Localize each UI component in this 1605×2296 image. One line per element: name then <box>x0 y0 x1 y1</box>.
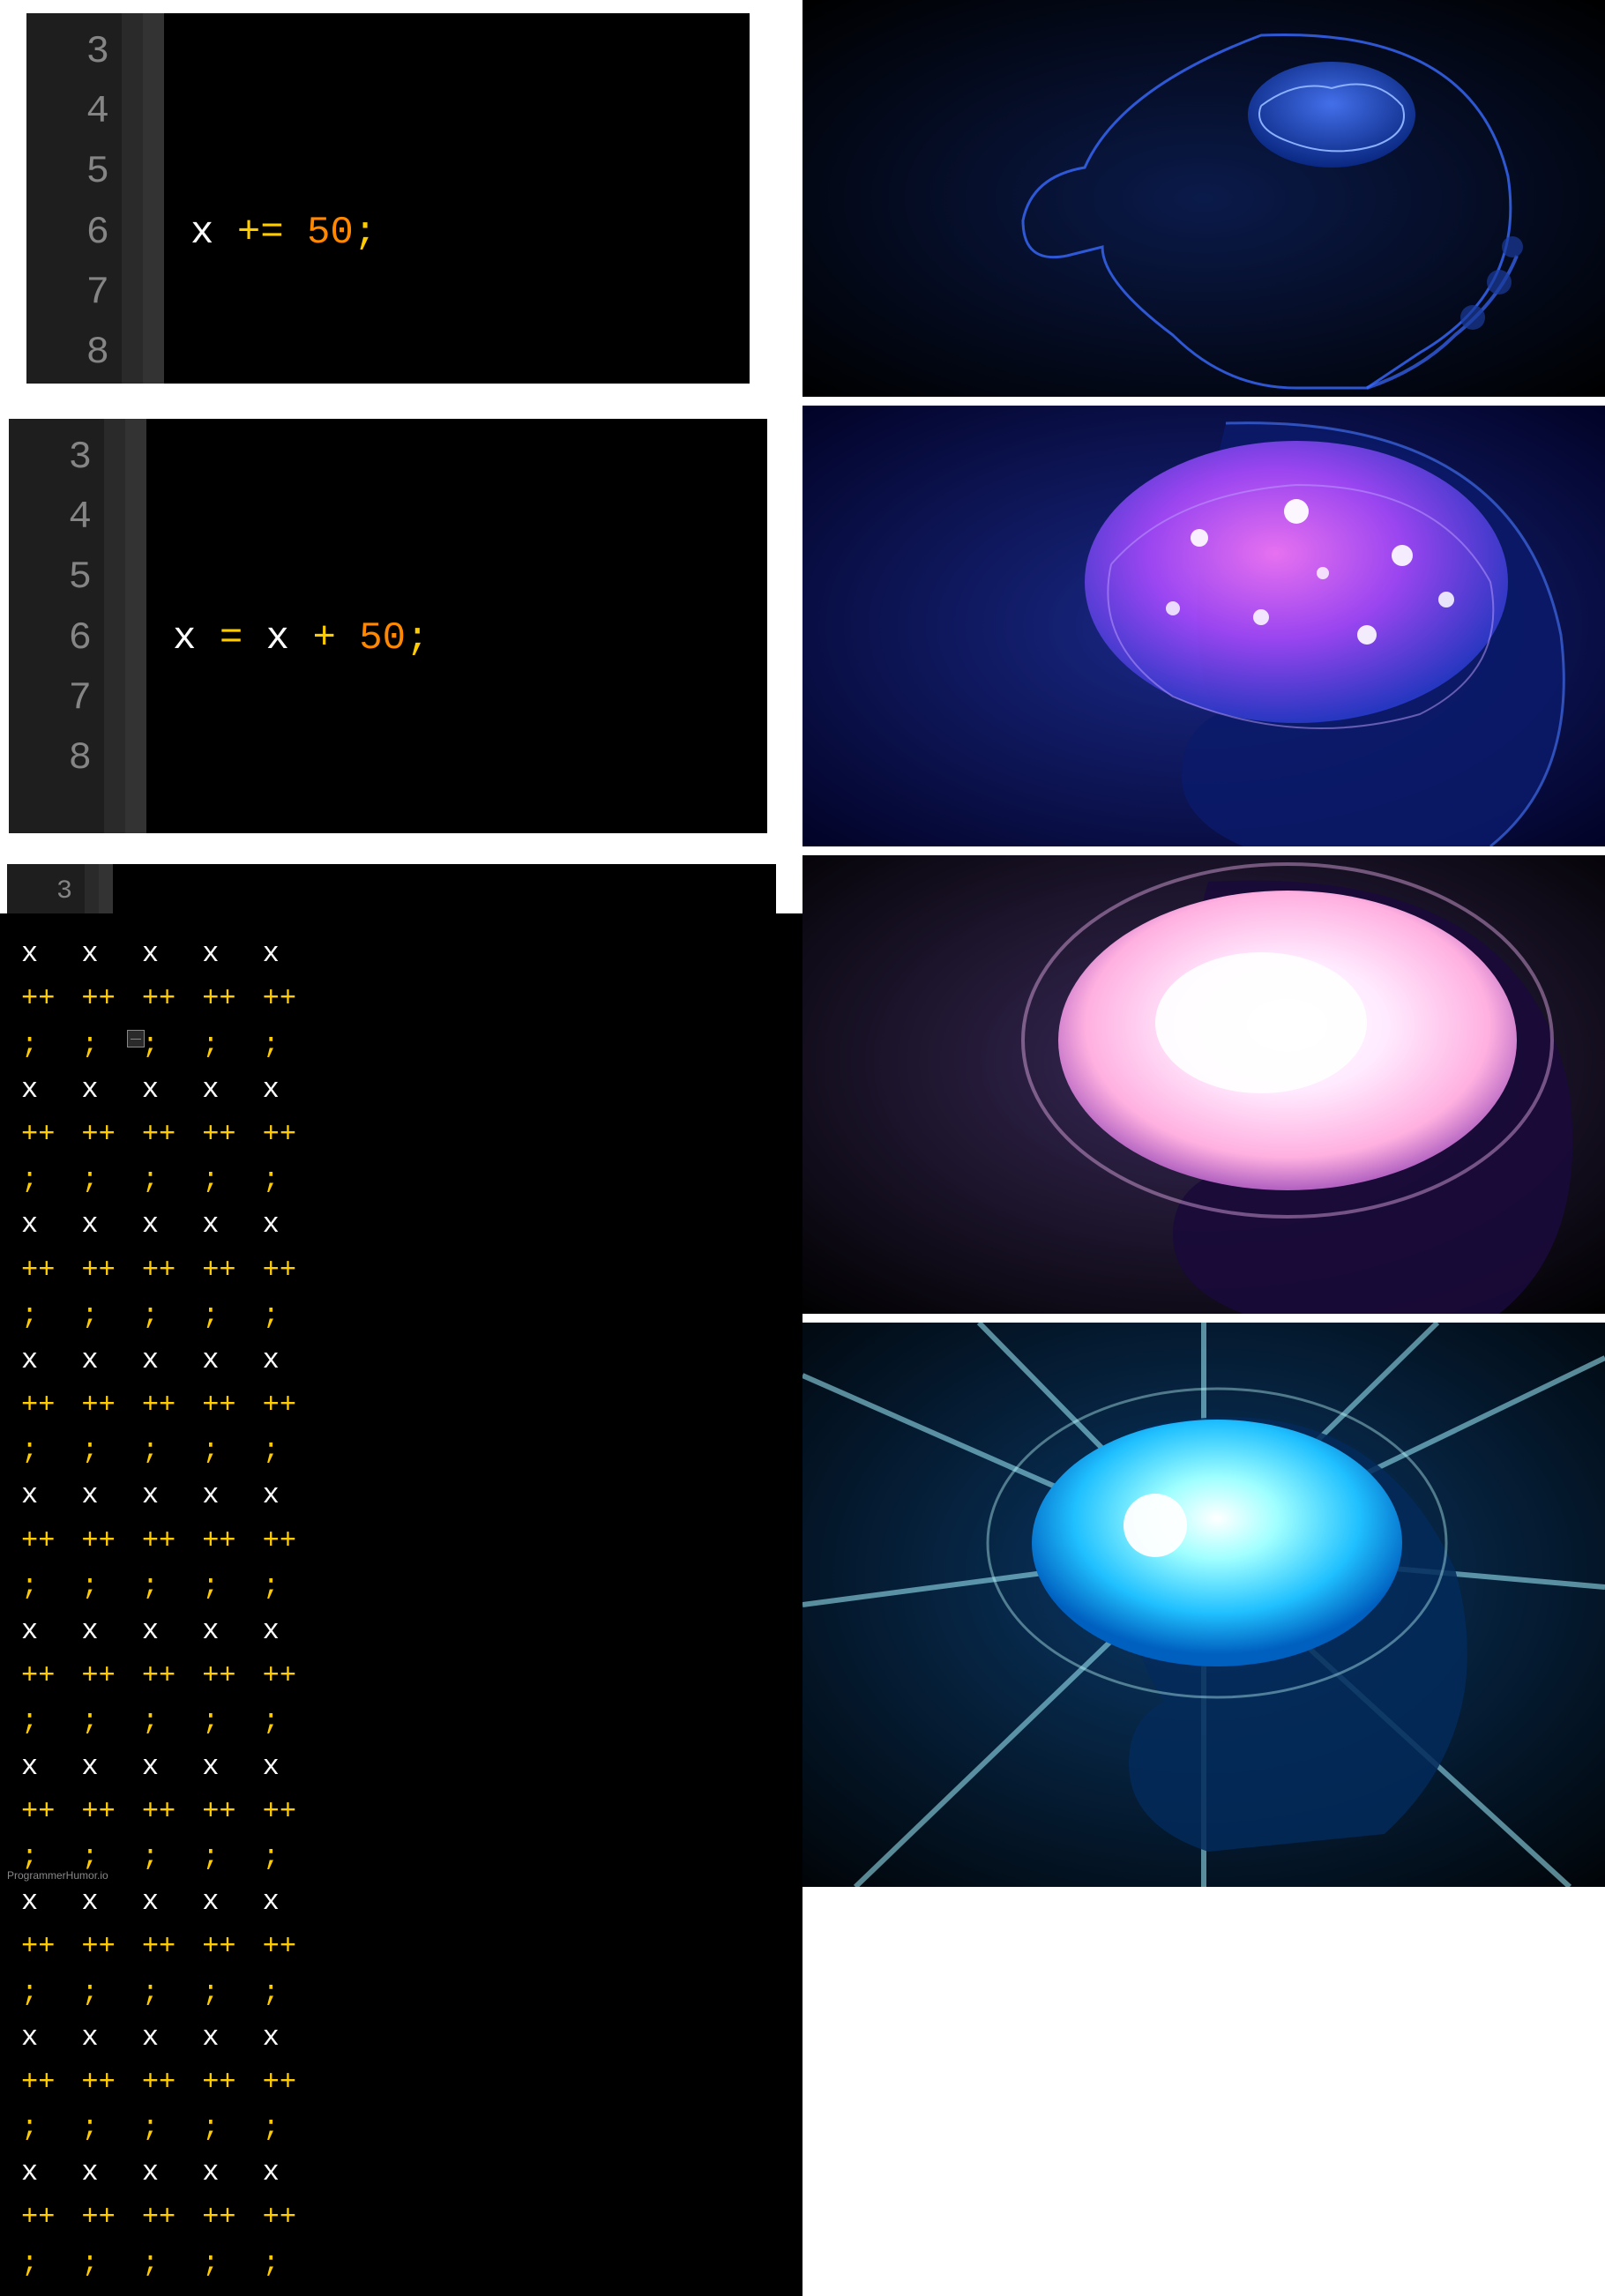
xpp-line: x++; <box>81 931 115 1067</box>
xpp-line: x++; <box>81 1338 115 1473</box>
xpp-line: x++; <box>263 2015 296 2151</box>
xpp-line: x++; <box>142 1608 175 1744</box>
xpp-line: x++; <box>202 931 235 1067</box>
meme-row-1: 3 4 5 6 7 8 x += 50; <box>0 0 1605 406</box>
xpp-column: x++;x++;x++;x++;x++;x++;x++;x++;x++;x++; <box>254 926 305 2291</box>
xpp-line: x++; <box>21 1202 55 1338</box>
xpp-line: x++; <box>202 1608 235 1744</box>
xpp-line: x++; <box>263 1202 296 1338</box>
xpp-line: x++; <box>81 2150 115 2285</box>
xpp-line: x++; <box>81 1608 115 1744</box>
xpp-line: x++; <box>21 2150 55 2285</box>
xpp-line: x++; <box>202 1338 235 1473</box>
code-panel-4: x++;x++;x++;x++;x++;x++;x++;x++;x++;x++;… <box>0 1323 802 1887</box>
xpp-line: x++; <box>263 1338 296 1473</box>
xpp-line: x++; <box>142 1067 175 1203</box>
xpp-line: x++; <box>202 1879 235 2015</box>
xpp-line: x++; <box>263 931 296 1067</box>
xpp-line: x++; <box>202 1472 235 1608</box>
xpp-line: x++; <box>263 1879 296 2015</box>
xpp-line: x++; <box>263 1608 296 1744</box>
code-panel-2: 3 4 5 6 7 8 x = x + 50; <box>0 406 802 846</box>
fold-icon[interactable] <box>127 1030 145 1047</box>
xpp-column: x++;x++;x++;x++;x++;x++;x++;x++;x++;x++; <box>193 926 244 2291</box>
xpp-line: x++; <box>81 1472 115 1608</box>
brain-panel-4 <box>802 1323 1605 1887</box>
xpp-line: x++; <box>202 1202 235 1338</box>
xpp-line: x++; <box>142 1202 175 1338</box>
xpp-line: x++; <box>142 1472 175 1608</box>
xpp-column: x++;x++;x++;x++;x++;x++;x++;x++;x++;x++; <box>12 926 63 2291</box>
xpp-line: x++; <box>81 2015 115 2151</box>
xpp-line: x++; <box>21 1744 55 1880</box>
xpp-line: x++; <box>21 1067 55 1203</box>
xpp-column: x++;x++;x++;x++;x++;x++;x++;x++;x++;x++; <box>72 926 123 2291</box>
xpp-line: x++; <box>142 1879 175 2015</box>
xpp-line: x++; <box>142 1338 175 1473</box>
line-gutter: 3 4 5 6 7 8 <box>26 13 122 384</box>
meme-row-4: x++;x++;x++;x++;x++;x++;x++;x++;x++;x++;… <box>0 1323 1605 1887</box>
code-area: x = x + 50; <box>146 419 767 833</box>
xpp-line: x++; <box>263 2150 296 2285</box>
brain-panel-3 <box>802 855 1605 1314</box>
xpp-line: x++; <box>21 931 55 1067</box>
xpp-line: x++; <box>21 1879 55 2015</box>
xpp-line: x++; <box>263 1472 296 1608</box>
xpp-line: x++; <box>142 1744 175 1880</box>
xpp-line: x++; <box>81 1202 115 1338</box>
xpp-line: x++; <box>263 1744 296 1880</box>
code-panel-1: 3 4 5 6 7 8 x += 50; <box>0 0 802 397</box>
xpp-line: x++; <box>142 2015 175 2151</box>
xpp-line: x++; <box>21 1608 55 1744</box>
xpp-line: x++; <box>142 931 175 1067</box>
xpp-line: x++; <box>81 1744 115 1880</box>
watermark: ProgrammerHumor.io <box>4 1868 112 1882</box>
xpp-line: x++; <box>21 1338 55 1473</box>
xpp-line: x++; <box>21 2015 55 2151</box>
line-gutter: 3 4 5 6 7 8 <box>9 419 104 833</box>
xpp-column: x++;x++;x++;x++;x++;x++;x++;x++;x++;x++; <box>133 926 184 2291</box>
xpp-line: x++; <box>142 2150 175 2285</box>
xpp-line: x++; <box>202 1744 235 1880</box>
xpp-line: x++; <box>81 1879 115 2015</box>
brain-panel-2 <box>802 406 1605 846</box>
xpp-line: x++; <box>202 2150 235 2285</box>
xpp-line: x++; <box>81 1067 115 1203</box>
xpp-line: x++; <box>263 1067 296 1203</box>
xpp-line: x++; <box>202 2015 235 2151</box>
brain-panel-1 <box>802 0 1605 397</box>
meme-row-2: 3 4 5 6 7 8 x = x + 50; <box>0 406 1605 855</box>
xpp-line: x++; <box>202 1067 235 1203</box>
code-area: x += 50; <box>164 13 750 384</box>
xpp-line: x++; <box>21 1472 55 1608</box>
